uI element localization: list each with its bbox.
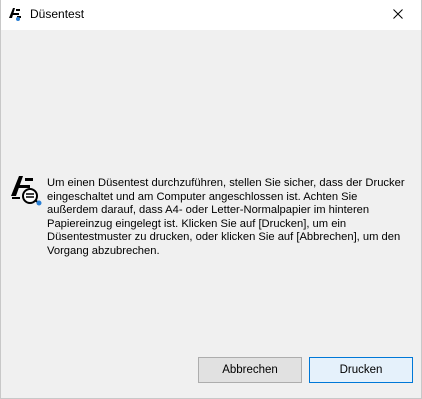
print-button[interactable]: Drucken [309, 357, 413, 383]
cancel-button[interactable]: Abbrechen [198, 357, 302, 383]
window-title: Düsentest [30, 7, 85, 21]
title-bar: Düsentest [1, 0, 421, 30]
nozzle-check-icon [8, 172, 42, 206]
close-icon [393, 8, 403, 22]
instruction-message: Um einen Düsentest durchzuführen, stelle… [47, 177, 405, 257]
dialog-content: Um einen Düsentest durchzuführen, stelle… [1, 30, 421, 398]
close-button[interactable] [375, 0, 421, 30]
printer-nozzle-check-icon [7, 6, 23, 22]
nozzle-check-dialog: Düsentest Um einen Düsentest durchzuführ… [0, 0, 422, 399]
